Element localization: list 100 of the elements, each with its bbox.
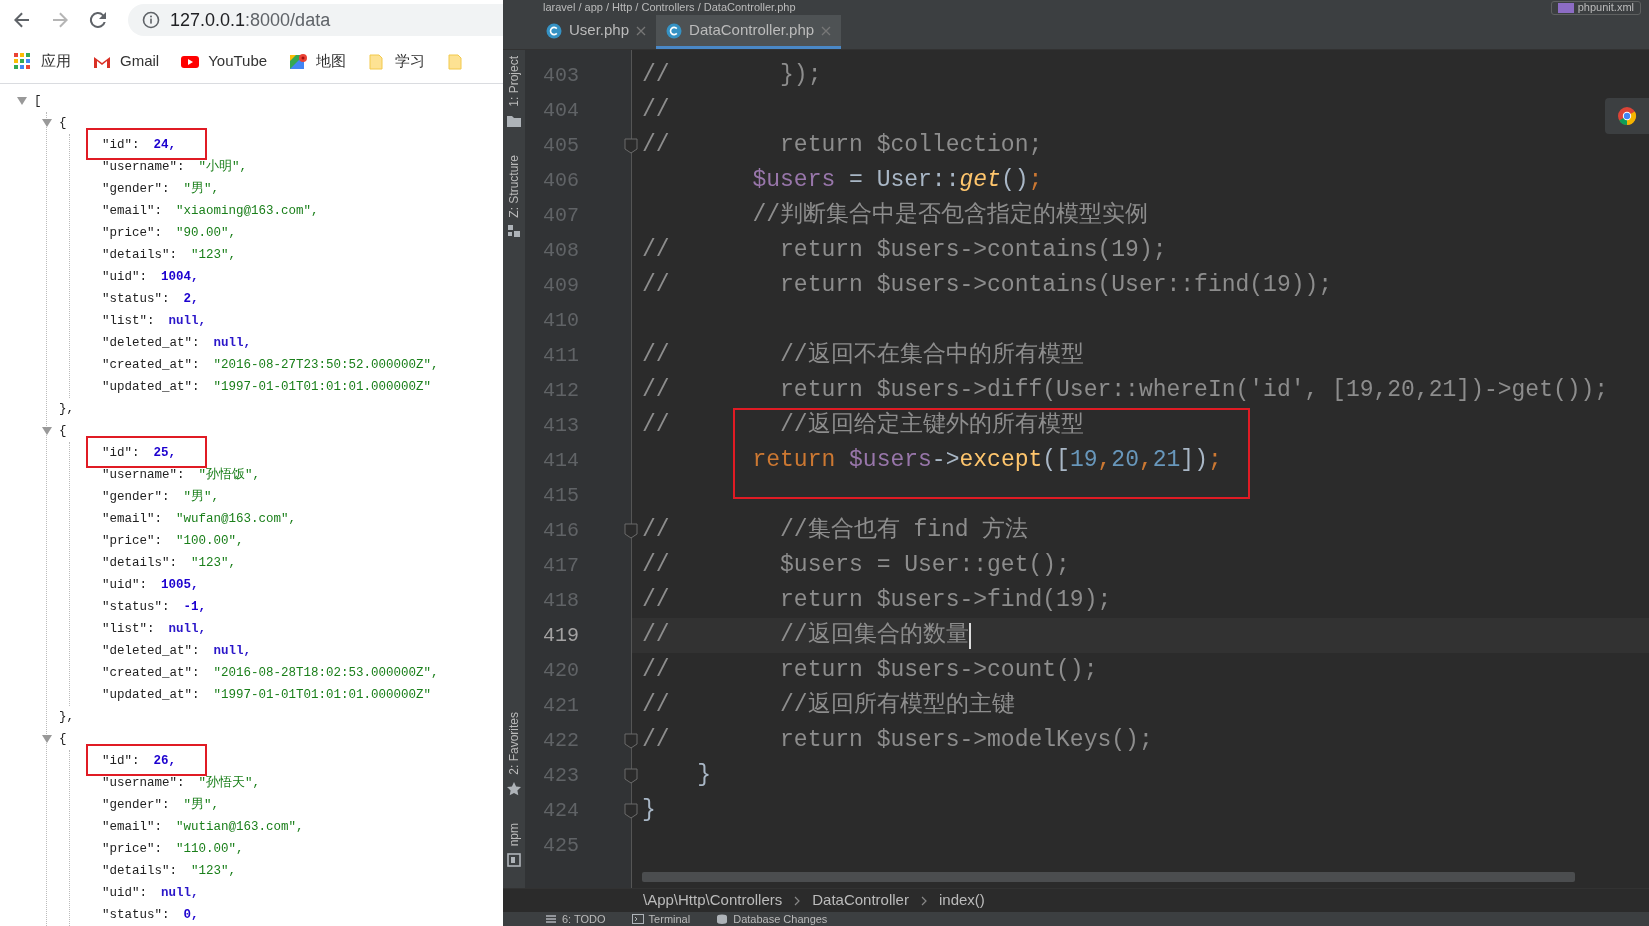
json-key: "details":: [102, 860, 177, 882]
json-value: null,: [161, 885, 199, 902]
json-key: "deleted_at":: [102, 640, 200, 662]
code-text: 20: [1111, 446, 1139, 475]
bookmark-link[interactable]: 地图: [289, 50, 347, 73]
collapse-icon[interactable]: [41, 117, 53, 129]
json-key: "gender":: [102, 794, 170, 816]
code-text: // return $users->diff(User::whereIn('id', [19,20,21])->get());: [642, 376, 1609, 405]
json-value: null,: [213, 643, 252, 660]
json-value: "90.00",: [176, 225, 237, 242]
json-key: "uid":: [102, 574, 147, 596]
json-key: "deleted_at":: [102, 332, 200, 354]
database-icon: [716, 914, 729, 924]
json-value: "wufan@163.com",: [176, 511, 297, 528]
star-icon[interactable]: [506, 780, 522, 797]
tool-window-tab[interactable]: 2: Favorites: [505, 711, 523, 775]
json-value: "123",: [191, 247, 237, 264]
collapse-icon[interactable]: [16, 95, 28, 107]
code-text: }: [696, 761, 711, 790]
line-number: 419: [543, 622, 579, 649]
map-pin-icon: [289, 52, 308, 71]
json-key: "gender":: [102, 178, 170, 200]
breadcrumb-item[interactable]: index(): [938, 889, 985, 912]
json-key: "gender":: [102, 486, 170, 508]
json-key: "username":: [102, 772, 185, 794]
bracket-text: {: [59, 731, 67, 748]
json-value: "1997-01-01T01:01:01.000000Z": [213, 379, 432, 396]
json-key: "status":: [102, 288, 170, 310]
bookmark-link[interactable]: YouTube: [181, 50, 268, 73]
fold-icon[interactable]: [624, 138, 638, 154]
info-icon[interactable]: [142, 11, 160, 29]
code-text: // //返回不在集合中的所有模型: [642, 341, 1084, 370]
address-field[interactable]: 127.0.0.1:8000/data: [128, 4, 503, 36]
tool-window-tab[interactable]: Database Changes: [716, 912, 828, 926]
fold-icon[interactable]: [624, 523, 638, 539]
code-text: ,: [1097, 446, 1112, 475]
json-value: "1997-01-01T01:01:01.000000Z": [213, 687, 432, 704]
code-text: // return $users->count();: [642, 656, 1098, 685]
bracket-text: },: [59, 401, 74, 418]
chevron-icon: [920, 895, 927, 906]
close-icon[interactable]: [821, 25, 832, 36]
code-text: // //集合也有 find 方法: [642, 515, 1029, 545]
json-key: "details":: [102, 552, 177, 574]
bookmark-link[interactable]: Gmail: [93, 50, 160, 73]
json-value: 2,: [183, 291, 199, 308]
editor-tab[interactable]: DataController.php: [656, 15, 842, 49]
json-value: "男",: [183, 180, 220, 198]
json-value: null,: [213, 335, 252, 352]
code-text: // });: [642, 61, 822, 90]
npm-icon[interactable]: [506, 852, 522, 868]
code-text: except: [959, 446, 1043, 475]
json-key: "email":: [102, 508, 162, 530]
json-value: 0,: [183, 907, 199, 924]
code-text: // return $users->contains(19);: [642, 236, 1167, 265]
json-key: "list":: [102, 618, 155, 640]
json-value: null,: [168, 313, 207, 330]
bookmark-link[interactable]: 应用: [14, 50, 71, 73]
bookmark-link[interactable]: 学习: [368, 50, 426, 73]
json-key: "price":: [102, 838, 162, 860]
tool-window-tab[interactable]: 6: TODO: [545, 912, 606, 926]
json-value: "xiaoming@163.com",: [176, 203, 319, 220]
structure-icon[interactable]: [506, 223, 522, 240]
class-file-icon: [546, 22, 562, 39]
code-text: ;: [1207, 446, 1222, 475]
tool-window-tab[interactable]: Terminal: [631, 912, 691, 926]
breadcrumb-item[interactable]: \App\Http\Controllers: [643, 889, 783, 912]
chevron-icon: [794, 895, 801, 906]
json-key: "details":: [102, 244, 177, 266]
run-config-selector[interactable]: phpunit.xml: [1550, 0, 1641, 15]
json-value: 26,: [153, 753, 177, 770]
close-icon[interactable]: [636, 25, 647, 36]
terminal-icon: [631, 914, 644, 924]
json-key: "updated_at":: [102, 376, 200, 398]
fold-icon[interactable]: [624, 733, 638, 749]
browser-button[interactable]: [1605, 98, 1649, 134]
code-text: // //返回集合的数量: [642, 621, 969, 650]
tool-window-tab[interactable]: Z: Structure: [505, 154, 523, 218]
json-key: "id":: [102, 750, 140, 772]
editor-tab[interactable]: User.php: [536, 15, 657, 49]
bracket-text: [: [34, 93, 42, 110]
horizontal-scrollbar[interactable]: [642, 872, 1575, 882]
json-value: null,: [168, 621, 207, 638]
json-key: "price":: [102, 222, 162, 244]
json-key: "status":: [102, 904, 170, 926]
tool-window-tab[interactable]: npm: [505, 822, 523, 846]
fold-icon[interactable]: [624, 768, 638, 784]
collapse-icon[interactable]: [41, 733, 53, 745]
json-value: "2016-08-28T18:02:53.000000Z",: [213, 665, 439, 682]
code-text: ;: [1028, 166, 1043, 195]
json-value: 24,: [153, 137, 177, 154]
fold-icon[interactable]: [624, 803, 638, 819]
json-value: "孙悟天",: [198, 774, 261, 792]
bracket-text: },: [59, 709, 74, 726]
code-text: $users: [848, 446, 932, 475]
url-text: 127.0.0.1:8000/data: [170, 8, 331, 32]
tool-window-tab[interactable]: 1: Project: [505, 56, 523, 107]
json-value: "2016-08-27T23:50:52.000000Z",: [213, 357, 439, 374]
json-value: "123",: [191, 863, 237, 880]
breadcrumb-item[interactable]: DataController: [812, 889, 909, 912]
collapse-icon[interactable]: [41, 425, 53, 437]
